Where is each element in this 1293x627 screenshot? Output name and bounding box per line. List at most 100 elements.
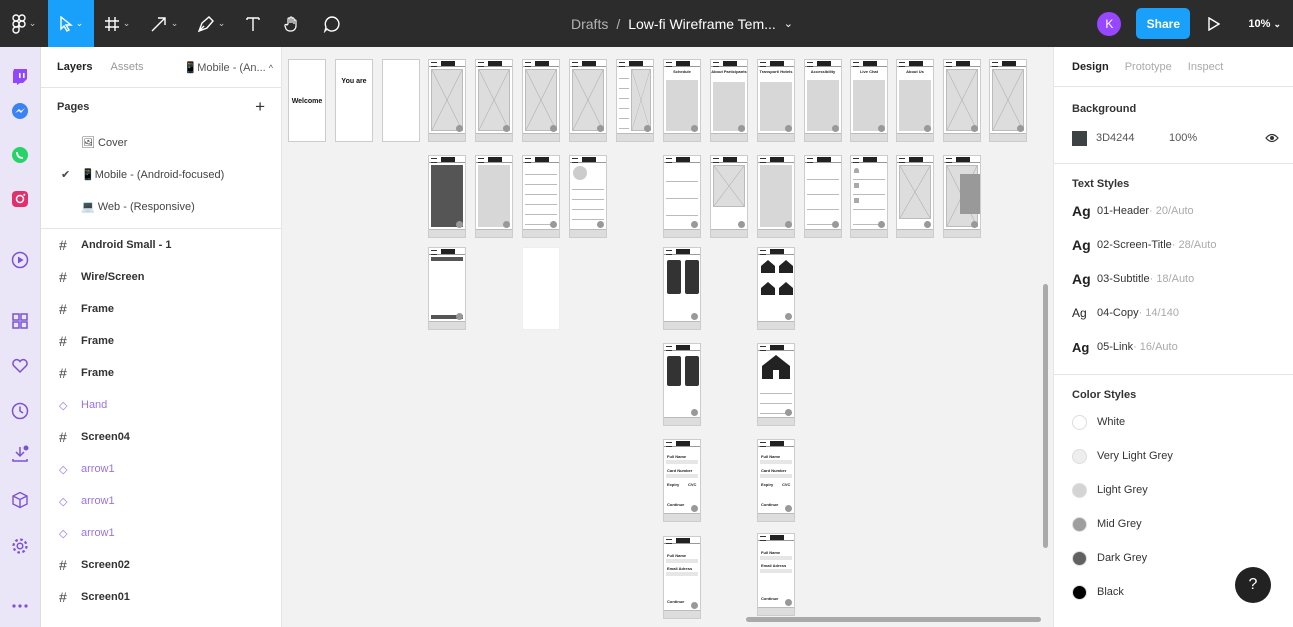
instagram-icon[interactable] [10, 189, 30, 209]
main-menu-button[interactable]: ⌄ [0, 0, 48, 47]
wire-screen-profile[interactable] [569, 155, 607, 238]
wire-screen-about[interactable]: About Us [896, 59, 934, 142]
wire-screen-house[interactable] [757, 343, 795, 426]
wire-screen[interactable] [943, 59, 981, 142]
layer-item[interactable]: # Android Small - 1 [41, 229, 281, 261]
page-item-web[interactable]: 💻 Web - (Responsive) [41, 190, 281, 222]
wire-screen-cards[interactable] [663, 343, 701, 426]
wire-screen[interactable] [943, 155, 981, 238]
page-item-mobile[interactable]: ✔ 📱Mobile - (Android-focused) [41, 158, 281, 190]
clock-icon[interactable] [10, 401, 30, 421]
wire-screen-grey[interactable] [475, 155, 513, 238]
tab-design[interactable]: Design [1072, 61, 1109, 73]
text-style-item[interactable]: Ag 02-Screen-Title · 28/Auto [1054, 228, 1293, 262]
layer-item[interactable]: # Frame [41, 325, 281, 357]
wire-screen-payment-form[interactable]: Full Name Card Number Expiry CVC Continu… [663, 439, 701, 522]
layer-item[interactable]: # Frame [41, 357, 281, 389]
eye-icon[interactable] [1265, 133, 1279, 143]
background-hex[interactable]: 3D4244 [1096, 132, 1169, 144]
whatsapp-icon[interactable] [10, 145, 30, 165]
breadcrumb-drafts[interactable]: Drafts [571, 16, 608, 32]
heart-icon[interactable] [10, 356, 30, 376]
layer-item[interactable]: # Frame [41, 293, 281, 325]
layer-item[interactable]: # Screen04 [41, 421, 281, 453]
frame-you-are[interactable]: You are [335, 59, 373, 142]
vertical-scrollbar[interactable] [1043, 284, 1048, 548]
color-style-item[interactable]: Light Grey [1054, 473, 1293, 507]
layer-item[interactable]: # Screen01 [41, 581, 281, 613]
wire-screen-accessibility[interactable]: Accessibility [804, 59, 842, 142]
wire-screen-livechat[interactable]: Live Chat [850, 59, 888, 142]
zoom-level[interactable]: 10% ⌄ [1248, 18, 1281, 30]
background-opacity[interactable]: 100% [1169, 132, 1197, 144]
tab-inspect[interactable]: Inspect [1188, 61, 1223, 73]
hand-tool-button[interactable] [272, 0, 312, 47]
wire-screen-participants[interactable]: About Participants [710, 59, 748, 142]
canvas[interactable]: Welcome You are Schedule About Participa… [282, 47, 1053, 627]
wire-screen[interactable] [710, 155, 748, 238]
wire-screen[interactable] [569, 59, 607, 142]
wire-screen[interactable] [896, 155, 934, 238]
layer-item[interactable]: ◇ arrow1 [41, 485, 281, 517]
download-icon[interactable] [10, 444, 30, 464]
grid-icon[interactable] [10, 311, 30, 331]
wire-screen[interactable] [475, 59, 513, 142]
frame-blank[interactable] [382, 59, 420, 142]
wire-screen-transport[interactable]: Transport/ Hotels [757, 59, 795, 142]
present-play-icon[interactable] [1208, 16, 1221, 31]
cube-icon[interactable] [10, 490, 30, 510]
layer-item[interactable]: ◇ arrow1 [41, 517, 281, 549]
avatar[interactable]: K [1097, 11, 1122, 36]
layer-item[interactable]: # Wire/Screen [41, 261, 281, 293]
wire-screen-schedule[interactable]: Schedule [663, 59, 701, 142]
tab-assets[interactable]: Assets [110, 61, 143, 73]
page-item-cover[interactable]: 🖼 Cover [41, 126, 281, 158]
help-button[interactable]: ? [1235, 567, 1271, 603]
layer-item[interactable]: ◇ arrow1 [41, 453, 281, 485]
wire-screen-payment-form[interactable]: Full Name Card Number Expiry CVC Continu… [757, 439, 795, 522]
wire-screen-timeline[interactable] [850, 155, 888, 238]
messenger-icon[interactable] [10, 101, 30, 121]
text-style-item[interactable]: Ag 05-Link · 16/Auto [1054, 330, 1293, 364]
color-style-item[interactable]: White [1054, 405, 1293, 439]
wire-screen[interactable] [989, 59, 1027, 142]
text-style-item[interactable]: Ag 04-Copy · 14/140 [1054, 296, 1293, 330]
chevron-down-icon[interactable]: ⌄ [784, 17, 793, 30]
twitch-icon[interactable] [10, 67, 30, 87]
text-tool-button[interactable] [234, 0, 272, 47]
wire-screen-modal[interactable] [428, 247, 466, 330]
wire-screen-list[interactable] [804, 155, 842, 238]
frame-blank[interactable] [522, 247, 560, 330]
pen-tool-button[interactable]: ⌄ [188, 0, 234, 47]
wire-screen[interactable] [616, 59, 654, 142]
background-fill-row[interactable]: 3D4244 100% [1054, 123, 1293, 153]
wire-screen-email-form[interactable]: Full Name Email Adress Continue [663, 536, 701, 619]
wire-screen-cards[interactable] [663, 247, 701, 330]
color-style-item[interactable]: Mid Grey [1054, 507, 1293, 541]
tab-prototype[interactable]: Prototype [1125, 61, 1172, 73]
wire-screen[interactable] [428, 59, 466, 142]
add-page-button[interactable]: + [255, 97, 265, 117]
frame-tool-button[interactable]: ⌄ [94, 0, 140, 47]
wire-screen[interactable] [522, 59, 560, 142]
layer-item[interactable]: # Screen02 [41, 549, 281, 581]
wire-screen-dark[interactable] [428, 155, 466, 238]
tab-layers[interactable]: Layers [57, 61, 92, 73]
background-swatch[interactable] [1072, 130, 1087, 146]
share-button[interactable]: Share [1136, 8, 1191, 39]
more-dots-icon[interactable] [10, 596, 30, 616]
wire-screen-houses[interactable] [757, 247, 795, 330]
text-style-item[interactable]: Ag 03-Subtitle · 18/Auto [1054, 262, 1293, 296]
wire-screen-list[interactable] [663, 155, 701, 238]
file-name[interactable]: Low-fi Wireframe Tem... [628, 16, 776, 32]
settings-gear-icon[interactable] [10, 536, 30, 556]
move-tool-button[interactable]: ⌄ [48, 0, 94, 47]
color-style-item[interactable]: Very Light Grey [1054, 439, 1293, 473]
page-selector[interactable]: 📱Mobile - (An... ^ [184, 61, 273, 74]
text-style-item[interactable]: Ag 01-Header · 20/Auto [1054, 194, 1293, 228]
play-circle-icon[interactable] [10, 250, 30, 270]
shape-tool-button[interactable]: ⌄ [140, 0, 188, 47]
horizontal-scrollbar[interactable] [746, 617, 1041, 622]
comment-tool-button[interactable] [312, 0, 352, 47]
layer-item[interactable]: ◇ Hand [41, 389, 281, 421]
